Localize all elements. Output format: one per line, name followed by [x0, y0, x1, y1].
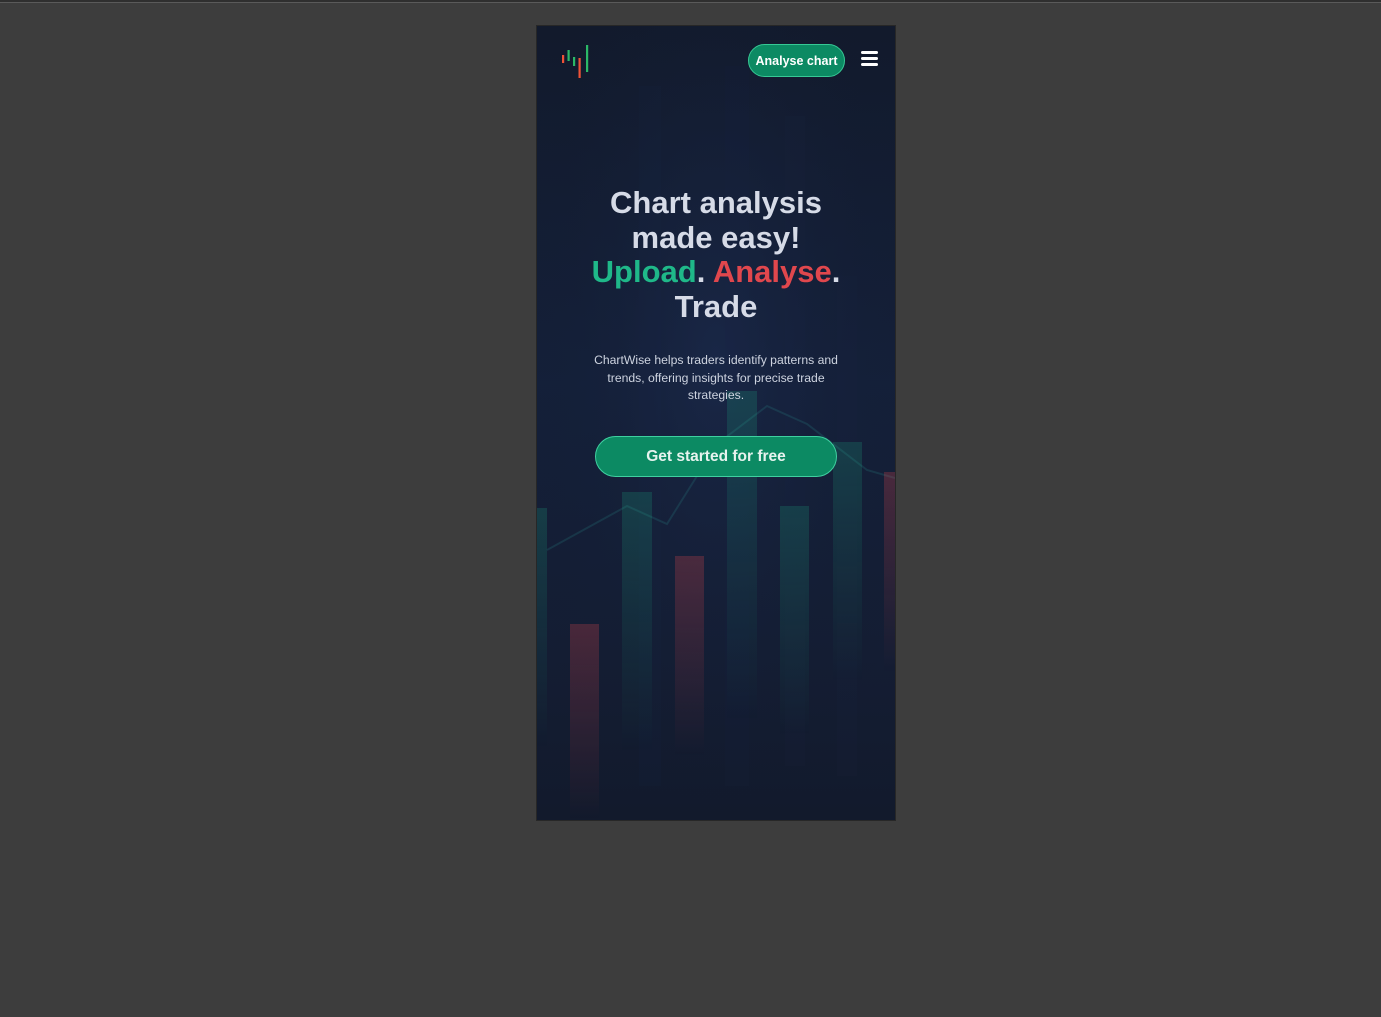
background-bar: [780, 506, 809, 736]
background-bar: [884, 472, 895, 672]
get-started-button[interactable]: Get started for free: [595, 436, 837, 477]
highlight-upload: Upload: [591, 254, 697, 289]
hamburger-menu-icon[interactable]: [859, 49, 881, 69]
background-candlestick-chart: [537, 26, 895, 820]
highlight-analyse: Analyse: [712, 254, 832, 289]
hero-description: ChartWise helps traders identify pattern…: [594, 353, 838, 402]
hero-title-line-3: Upload. Analyse.: [566, 254, 866, 290]
browser-top-edge: [0, 0, 1381, 3]
candlestick-logo-icon[interactable]: [561, 44, 595, 80]
mobile-viewport: Analyse chart Chart analysis made easy! …: [537, 26, 895, 820]
hero-title-line-4: Trade: [674, 288, 758, 324]
analyse-chart-button[interactable]: Analyse chart: [748, 44, 845, 77]
title-dot: .: [696, 254, 706, 289]
background-bar: [622, 492, 652, 752]
background-bar: [570, 624, 599, 820]
hero-title-line-1: Chart analysis: [610, 185, 822, 220]
background-bar: [833, 442, 862, 682]
background-bar: [675, 556, 704, 756]
hero-title: Chart analysis made easy! Upload. Analys…: [566, 185, 866, 324]
title-dot: .: [831, 254, 841, 289]
background-bar: [537, 508, 547, 748]
hero-title-line-2: made easy!: [631, 219, 801, 255]
